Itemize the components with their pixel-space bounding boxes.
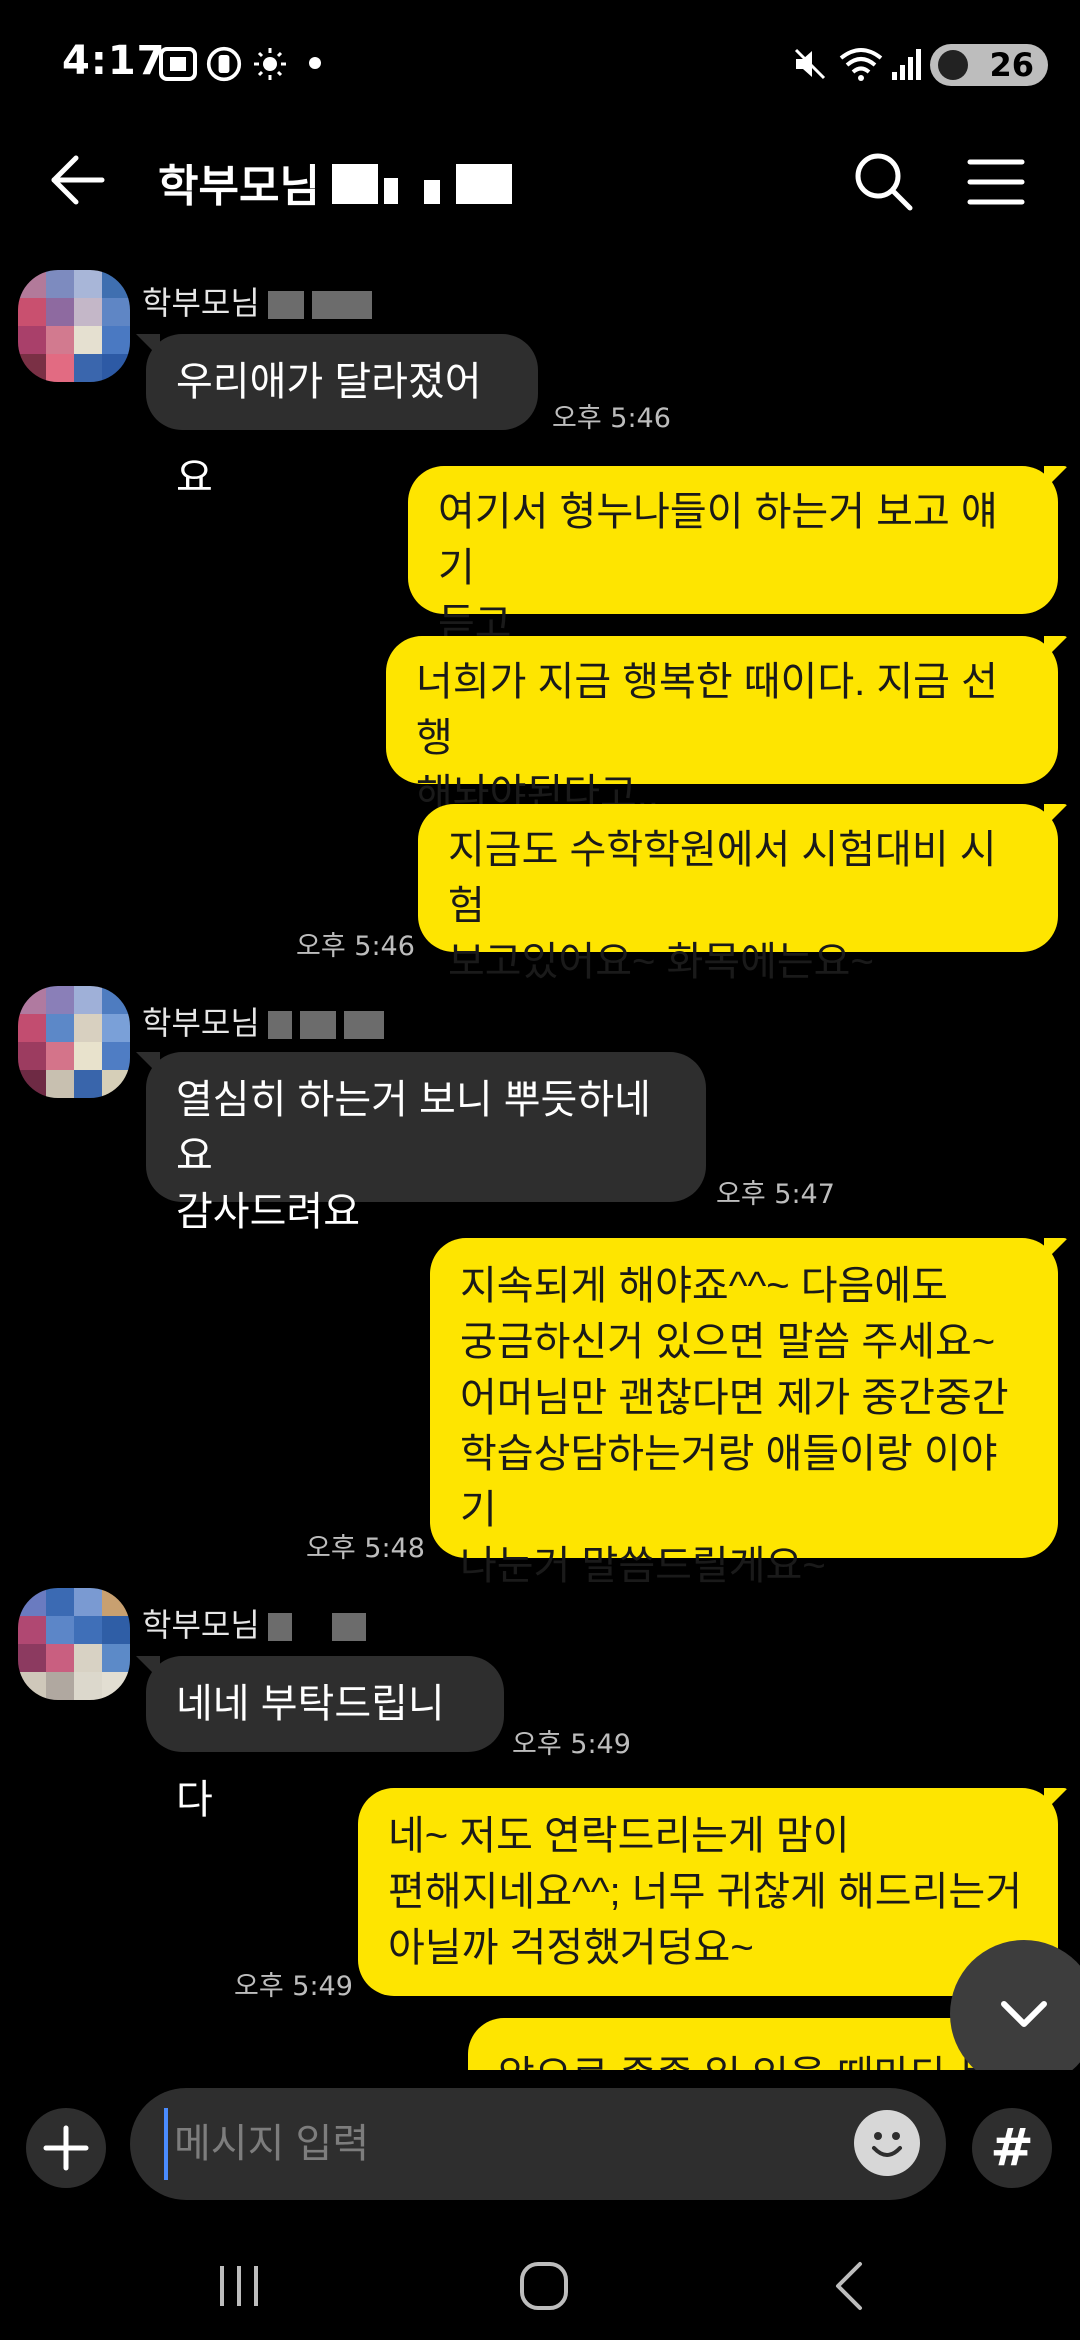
hamburger-menu-icon[interactable] (960, 146, 1032, 218)
sender-name: 학부모님 (142, 1600, 366, 1646)
message-line: 어머님만 괜찮다면 제가 중간중간 (460, 1376, 1009, 1420)
plus-icon (43, 2125, 89, 2171)
battery-level: 26 (989, 46, 1034, 84)
message-bubble-outgoing[interactable]: 여기서 형누나들이 하는거 보고 얘기 듣고 (408, 466, 1058, 646)
chat-title: 학부모님 (158, 161, 320, 212)
redacted-block (424, 180, 440, 204)
sender-name: 학부모님 (142, 278, 372, 324)
message-bubble-incoming[interactable]: 열심히 하는거 보니 뿌듯하네요 감사드려요 (146, 1052, 706, 1234)
message-bubble-outgoing[interactable]: 지금도 수학학원에서 시험대비 시험 보고있어요~ 화목에는요~ (418, 804, 1058, 984)
notification-dot-icon (309, 57, 321, 69)
message-line: 지속되게 해야죠^^~ 다음에도 (460, 1264, 948, 1308)
battery-saver-icon (938, 50, 968, 80)
signal-icon (892, 49, 921, 80)
status-bar: 4:17 26 (0, 0, 1080, 128)
arrow-left-icon[interactable] (48, 150, 108, 210)
message-input-bar: # (0, 2070, 1080, 2220)
message-line: 학습상담하는거랑 애들이랑 이야기 (460, 1432, 998, 1532)
message-line: 아닐까 걱정했거덩요~ (388, 1926, 754, 1970)
message-bubble-outgoing[interactable]: 너희가 지금 행복한 때이다. 지금 선행 해놔야된다고.. (386, 636, 1058, 816)
brightness-icon (254, 48, 286, 80)
message-time: 오후 5:46 (296, 931, 415, 962)
hashtag-button[interactable]: # (972, 2108, 1052, 2188)
message-line: 열심히 하는거 보니 뿌듯하네요 (176, 1078, 651, 1178)
status-time: 4:17 (62, 38, 166, 84)
emoji-icon (872, 2132, 902, 2157)
message-line: 지금도 수학학원에서 시험대비 시험 (448, 828, 997, 928)
wifi-icon (839, 48, 883, 81)
avatar[interactable] (18, 270, 130, 382)
message-bubble-incoming[interactable]: 우리애가 달라졌어요 (146, 334, 538, 500)
redacted-block (332, 164, 378, 204)
message-line: 여기서 형누나들이 하는거 보고 얘기 (438, 490, 998, 590)
message-line: 보고있어요~ 화목에는요~ (448, 940, 874, 984)
message-line: 감사드려요 (176, 1190, 360, 1234)
battery-indicator: 26 (930, 44, 1048, 86)
chevron-down-icon (1001, 2001, 1047, 2027)
system-navigation-bar (0, 2220, 1080, 2340)
chat-header: 학부모님 (0, 128, 1080, 228)
message-line: 나눈거 말씀드릴게요~ (460, 1544, 826, 1588)
message-time: 오후 5:49 (512, 1729, 631, 1760)
message-time: 오후 5:46 (552, 403, 671, 434)
message-time: 오후 5:47 (716, 1179, 835, 1210)
emoji-button[interactable] (854, 2110, 920, 2176)
avatar[interactable] (18, 1588, 130, 1700)
message-bubble-outgoing[interactable]: 지속되게 해야죠^^~ 다음에도 궁금하신거 있으면 말씀 주세요~ 어머님만 … (430, 1238, 1058, 1588)
message-field[interactable] (130, 2088, 946, 2200)
shield-icon (206, 46, 242, 82)
message-time: 오후 5:48 (306, 1533, 425, 1564)
avatar[interactable] (18, 986, 130, 1098)
attach-button[interactable] (26, 2108, 106, 2188)
recent-apps-icon[interactable] (214, 2264, 264, 2308)
message-bubble-incoming[interactable]: 네네 부탁드립니다 (146, 1656, 504, 1822)
home-icon[interactable] (518, 2260, 570, 2312)
sender-name: 학부모님 (142, 998, 384, 1044)
message-line: 궁금하신거 있으면 말씀 주세요~ (460, 1320, 996, 1364)
redacted-block (384, 178, 398, 204)
mute-icon (794, 48, 826, 80)
redacted-block (456, 164, 512, 204)
hashtag-icon: # (990, 2118, 1034, 2178)
message-line: 네~ 저도 연락드리는게 맘이 (388, 1814, 850, 1858)
chat-area[interactable]: 학부모님 우리애가 달라졌어요 오후 5:46 여기서 형누나들이 하는거 보고… (0, 250, 1080, 2070)
scroll-to-bottom-button[interactable] (950, 1940, 1080, 2088)
back-nav-icon[interactable] (828, 2260, 868, 2312)
message-line: 너희가 지금 행복한 때이다. 지금 선행 (416, 660, 998, 760)
search-icon[interactable] (848, 146, 920, 218)
message-input[interactable] (164, 2108, 796, 2180)
screenshot-icon (159, 47, 197, 81)
message-line: 편해지네요^^; 너무 귀찮게 해드리는거 (388, 1870, 1022, 1914)
message-time: 오후 5:49 (234, 1971, 353, 2002)
